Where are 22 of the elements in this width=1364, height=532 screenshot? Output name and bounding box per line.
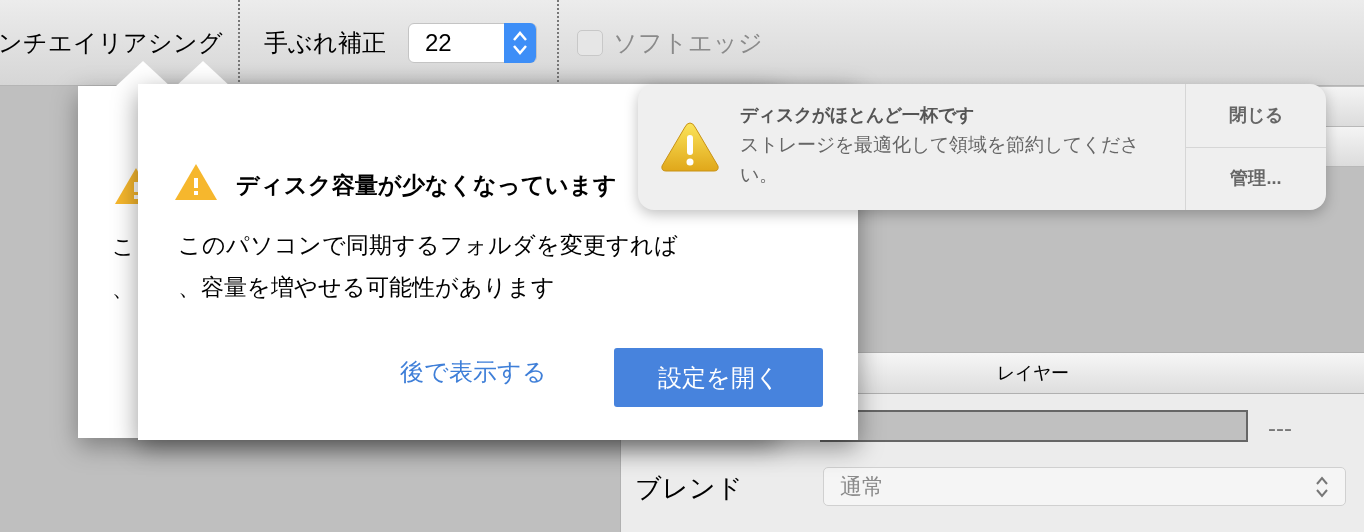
number-stepper[interactable]: 22 [408, 22, 537, 63]
opacity-bar[interactable] [820, 410, 1248, 442]
notification-button[interactable]: 管理... [1186, 146, 1326, 210]
notification-title: ディスクがほとんど一杯です [740, 104, 974, 127]
warning-icon [173, 162, 219, 202]
dialog-message: 、容量を増やせる可能性があります [178, 273, 555, 302]
warning-icon [660, 121, 720, 173]
notification-body: ストレージを最適化して領域を節約してください。 [740, 133, 1140, 187]
blend-select[interactable]: 通常 [823, 467, 1346, 506]
dialog-title: ディスク容量が少なくなっています [236, 171, 617, 200]
blend-label: ブレンド [635, 472, 743, 505]
dialog-text: こ [112, 233, 135, 261]
toolbar-label: 手ぶれ補正 [264, 27, 386, 58]
opacity-reading: --- [1268, 413, 1292, 443]
open-settings-button[interactable]: 設定を開く [614, 348, 823, 407]
checkbox-label: ソフトエッジ [613, 27, 763, 58]
notification-button[interactable]: 閉じる [1186, 84, 1326, 147]
dialog-text: 、 [112, 275, 134, 303]
toolbar-label: ンチエイリアシング [0, 27, 224, 58]
dialog-message: このパソコンで同期するフォルダを変更すれば [178, 231, 678, 260]
stepper-arrows-icon [512, 29, 528, 56]
later-link[interactable]: 後で表示する [400, 354, 547, 390]
